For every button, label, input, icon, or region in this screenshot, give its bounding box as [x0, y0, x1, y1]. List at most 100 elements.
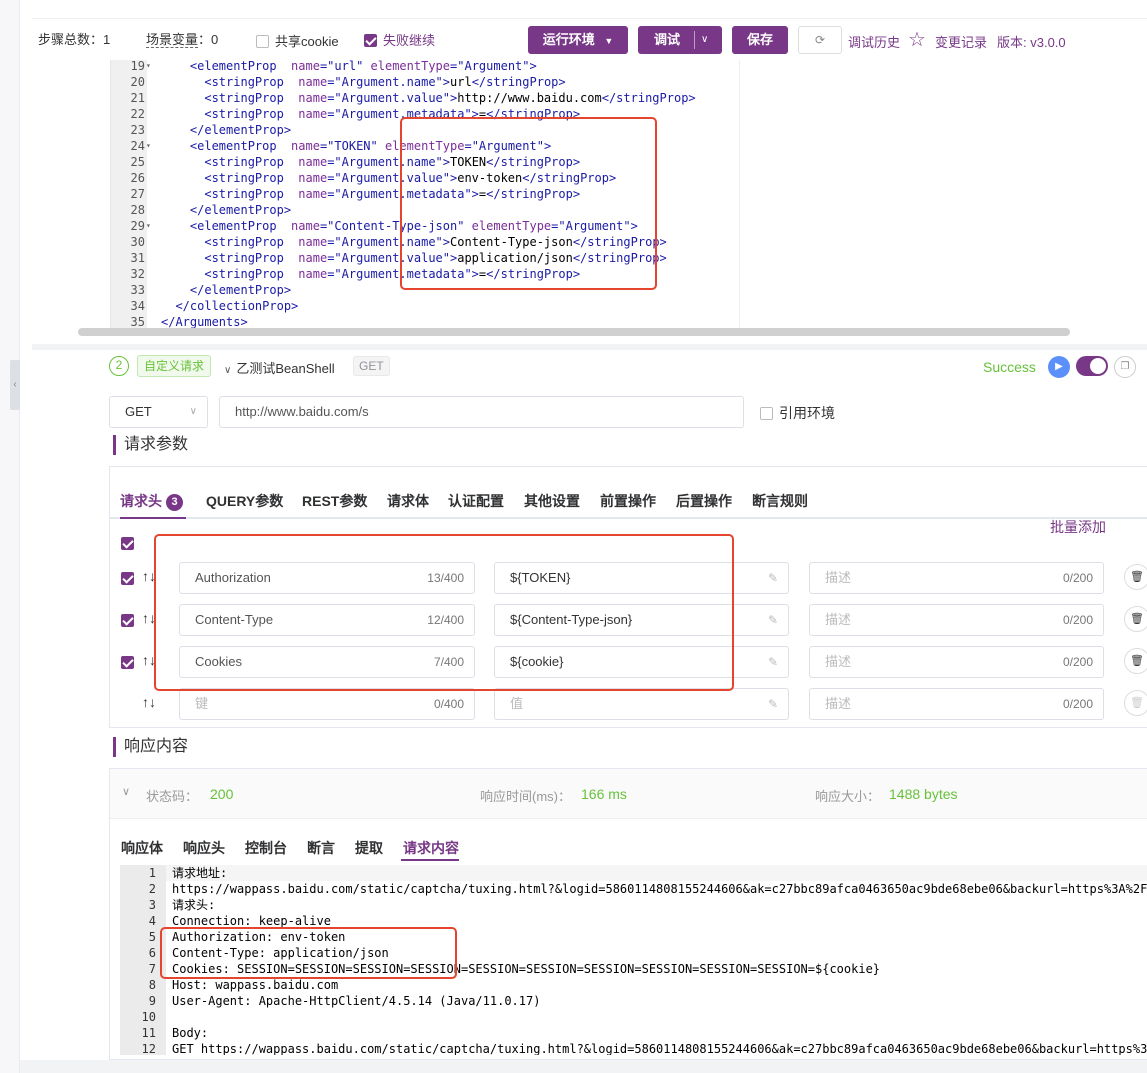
fold-arrow-icon[interactable]: ▾	[146, 60, 151, 74]
trash-icon[interactable]: 🗑	[1124, 648, 1147, 674]
use-env-label: 引用环境	[779, 405, 835, 421]
tab-other-settings[interactable]: 其他设置	[524, 491, 580, 511]
tab-assert[interactable]: 断言	[307, 838, 335, 858]
use-env-checkbox[interactable]: 引用环境	[760, 403, 835, 423]
code-text: </elementProp>	[161, 283, 292, 297]
step-name-text[interactable]: 乙测试BeanShell	[236, 361, 334, 376]
code-line: 12 GET https://wappass.baidu.com/static/c…	[120, 1041, 1147, 1055]
tab-headers[interactable]: 请求头 3	[120, 491, 183, 511]
response-time-value: 166 ms	[581, 786, 627, 802]
line-number: 32	[130, 267, 145, 281]
save-button[interactable]: 保存	[732, 26, 788, 54]
changelog-link[interactable]: 变更记录	[935, 32, 987, 51]
copy-icon[interactable]: ❐	[1114, 356, 1136, 378]
run-env-button[interactable]: 运行环境 ▼	[528, 26, 628, 54]
scenario-vars[interactable]: 场景变量：0	[146, 29, 218, 48]
tab-assertions[interactable]: 断言规则	[752, 491, 808, 511]
line-number: 31	[130, 251, 145, 265]
fail-continue-checkbox[interactable]: 失败继续	[364, 30, 435, 49]
header-desc-input[interactable]: 描述 0/200	[809, 562, 1104, 594]
tab-console[interactable]: 控制台	[245, 838, 287, 858]
star-icon[interactable]: ☆	[908, 27, 926, 52]
tab-auth[interactable]: 认证配置	[448, 491, 504, 511]
sort-arrows-icon[interactable]: ↑↓	[142, 694, 156, 710]
trash-icon[interactable]: 🗑	[1124, 606, 1147, 632]
tab-query[interactable]: QUERY参数	[206, 491, 283, 511]
line-number: 33	[130, 283, 145, 297]
response-size-label: 响应大小：	[815, 789, 881, 804]
scenario-vars-label[interactable]: 场景变量	[146, 32, 199, 48]
code-text: </collectionProp>	[161, 299, 299, 313]
use-env-checkbox-box[interactable]	[760, 407, 773, 420]
tab-post-ops[interactable]: 后置操作	[676, 491, 732, 511]
pen-icon[interactable]: ✎	[768, 605, 778, 635]
fold-arrow-icon[interactable]: ▾	[146, 218, 151, 234]
header-row-empty: ↑↓ 键 0/400 值 ✎ 描述 0/200 🗑	[110, 688, 1147, 720]
chevron-down-icon[interactable]: ∨	[122, 785, 130, 798]
header-row-checkbox[interactable]	[121, 613, 140, 628]
debug-button[interactable]: 调试 ∨	[638, 26, 722, 54]
header-desc-input[interactable]: 描述 0/200	[809, 688, 1104, 720]
save-button-label: 保存	[746, 32, 773, 47]
header-value-input[interactable]: 值 ✎	[494, 688, 789, 720]
tab-pre-ops[interactable]: 前置操作	[600, 491, 656, 511]
header-row-checkbox-box[interactable]	[121, 656, 134, 669]
trash-icon[interactable]: 🗑	[1124, 564, 1147, 590]
trash-icon[interactable]: 🗑	[1124, 690, 1147, 716]
header-row-checkbox-box[interactable]	[121, 614, 134, 627]
header-key-input[interactable]: 键 0/400	[179, 688, 475, 720]
tab-response-headers[interactable]: 响应头	[183, 838, 225, 858]
tab-body[interactable]: 请求体	[387, 491, 429, 511]
code-text: 请求地址:	[172, 866, 228, 880]
header-row-checkbox[interactable]	[121, 571, 140, 586]
tab-rest[interactable]: REST参数	[302, 491, 367, 511]
code-line: 19 ▾ <elementProp name="url" elementType=…	[111, 60, 1147, 74]
share-cookie-checkbox[interactable]: 共享cookie	[256, 31, 339, 50]
step-method-tag: GET	[353, 356, 390, 376]
url-input[interactable]: http://www.baidu.com/s	[219, 396, 744, 428]
line-number: 10	[141, 1010, 156, 1024]
line-number: 29	[130, 219, 145, 233]
line-number: 2	[148, 882, 156, 896]
pen-icon[interactable]: ✎	[768, 563, 778, 593]
fail-continue-checkbox-box[interactable]	[364, 34, 377, 47]
code-line: 11 Body:	[120, 1025, 1147, 1041]
collapse-chevron-icon[interactable]: ‹	[10, 360, 20, 410]
line-number: 23	[130, 123, 145, 137]
active-tab-indicator	[401, 859, 459, 861]
response-title: 响应内容	[113, 737, 188, 757]
step-enable-switch[interactable]	[1076, 356, 1108, 376]
header-row-checkbox-box[interactable]	[121, 572, 134, 585]
version-label: 版本: v3.0.0	[997, 35, 1066, 50]
request-params-title: 请求参数	[113, 435, 188, 455]
pen-icon[interactable]: ✎	[768, 647, 778, 677]
select-all-checkbox-box[interactable]	[121, 537, 134, 550]
code-text: Body:	[172, 1026, 209, 1040]
line-number: 28	[130, 203, 145, 217]
scenario-toolbar: 步骤总数：1 场景变量：0 共享cookie 失败继续 运行环境 ▼ 调试 ∨ …	[32, 18, 1147, 60]
refresh-icon[interactable]: ⟳	[798, 26, 842, 54]
method-select[interactable]: GET ∨	[109, 396, 208, 428]
chevron-down-icon[interactable]: ∨	[701, 26, 708, 54]
bottom-strip	[20, 1060, 1147, 1073]
select-all-checkbox[interactable]	[121, 536, 140, 551]
tab-response-body[interactable]: 响应体	[121, 838, 163, 858]
step-type-tag: 自定义请求	[137, 355, 212, 377]
batch-add-link[interactable]: 批量添加	[1050, 517, 1106, 537]
tab-extract[interactable]: 提取	[355, 838, 383, 858]
play-icon[interactable]: ▶	[1048, 356, 1070, 378]
step-name[interactable]: ∨ 乙测试BeanShell	[224, 358, 335, 377]
header-row-checkbox[interactable]	[121, 655, 140, 670]
fold-arrow-icon[interactable]: ▾	[146, 138, 151, 154]
horizontal-scrollbar[interactable]	[78, 328, 1070, 336]
step-status: Success	[983, 359, 1036, 375]
chevron-down-icon[interactable]: ∨	[224, 365, 231, 376]
pen-icon[interactable]: ✎	[768, 689, 778, 719]
tab-request-content[interactable]: 请求内容	[403, 838, 459, 858]
response-size-value: 1488 bytes	[889, 786, 958, 802]
debug-history-link[interactable]: 调试历史	[848, 32, 900, 51]
line-number: 30	[130, 235, 145, 249]
header-desc-input[interactable]: 描述 0/200	[809, 646, 1104, 678]
share-cookie-checkbox-box[interactable]	[256, 35, 269, 48]
header-desc-input[interactable]: 描述 0/200	[809, 604, 1104, 636]
